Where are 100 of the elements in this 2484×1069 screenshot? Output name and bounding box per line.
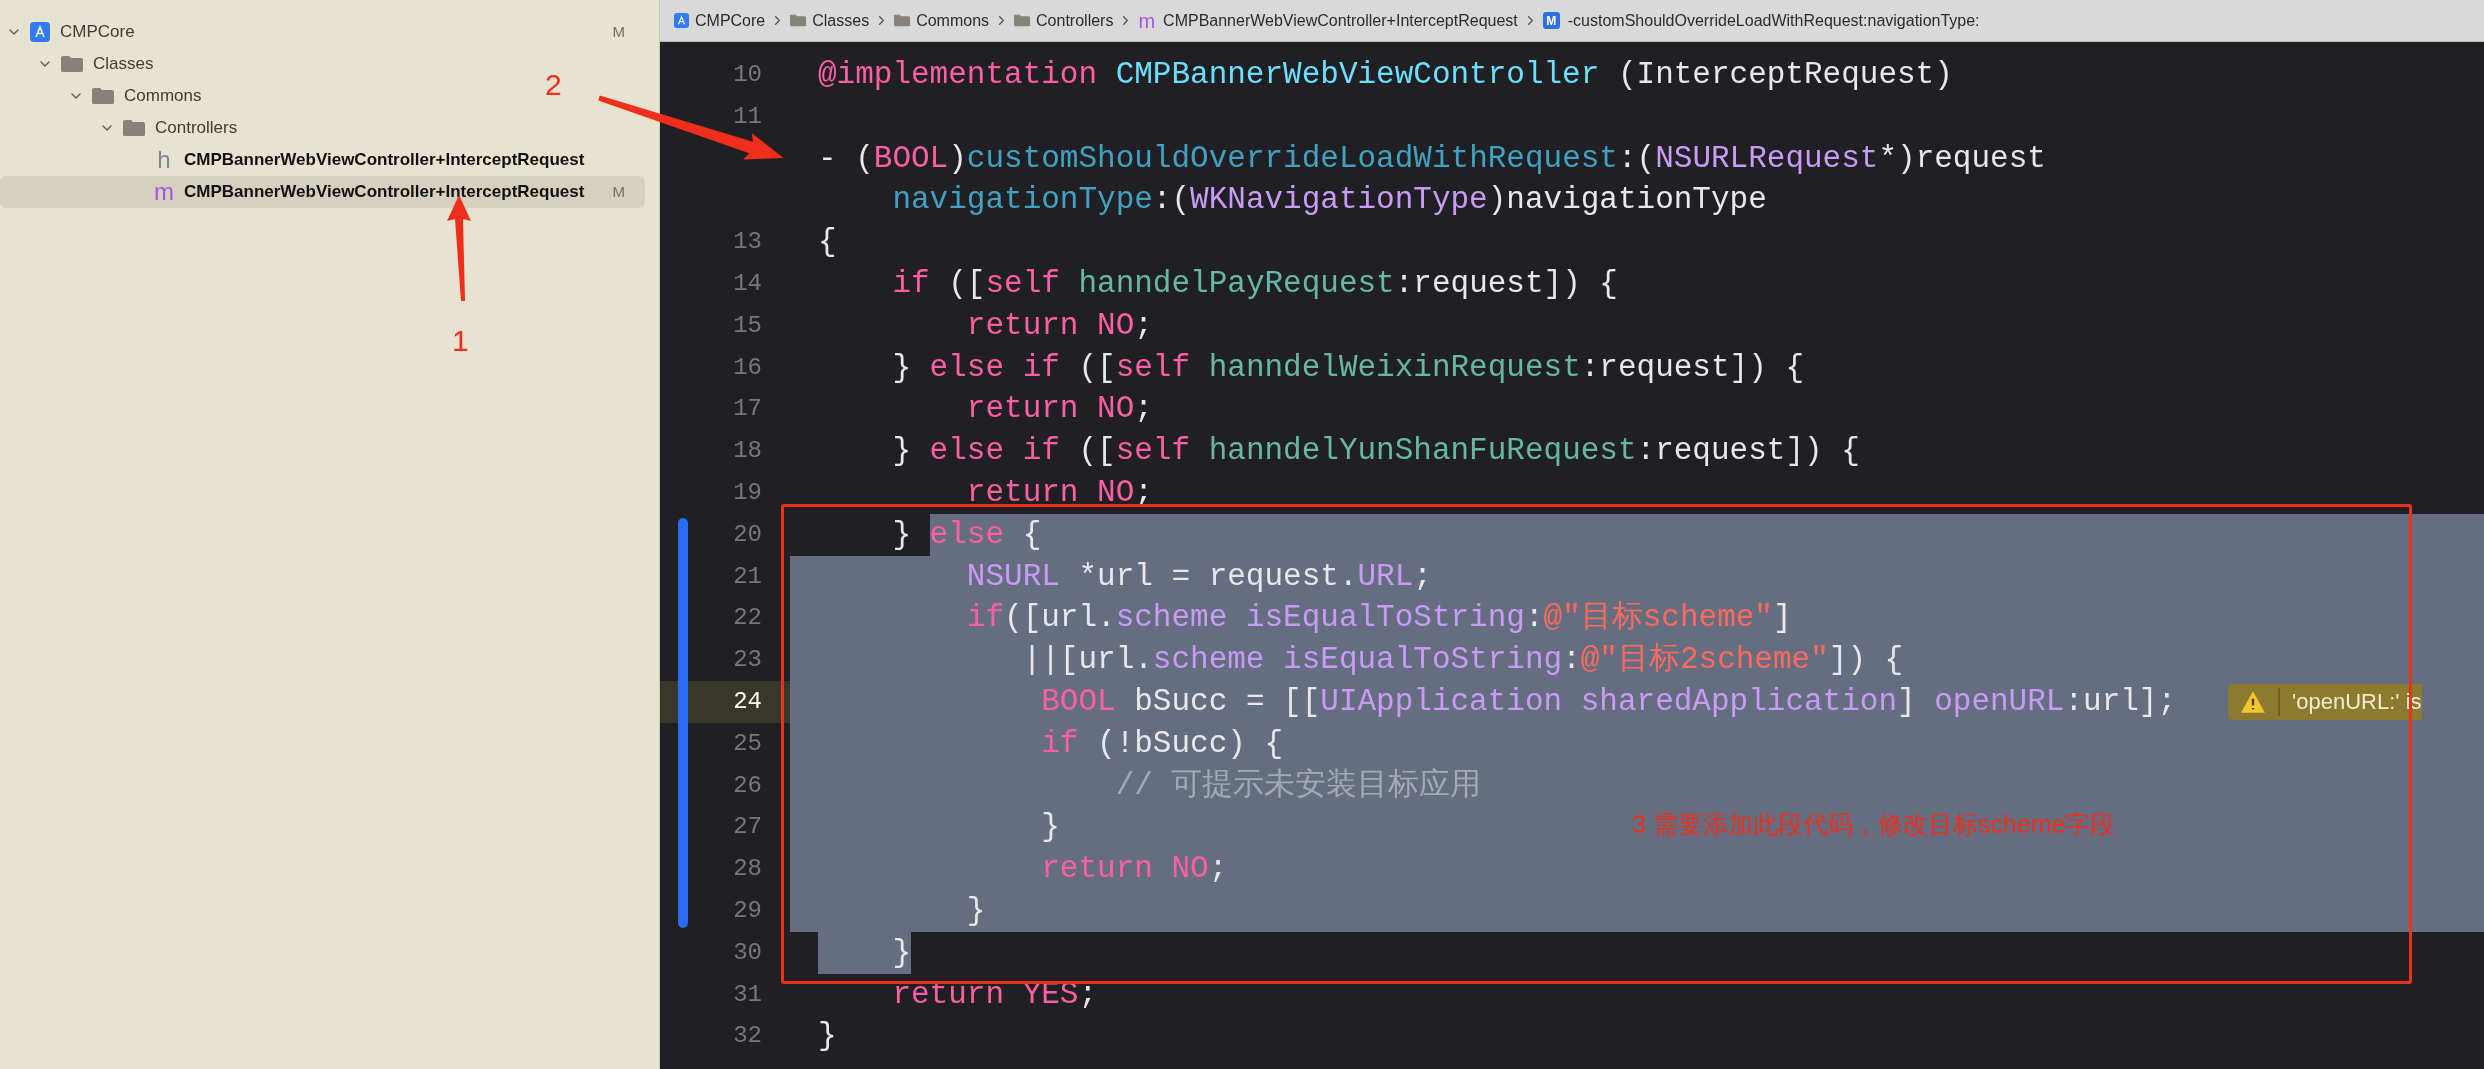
code-token: isEqualToString (1282, 641, 1563, 680)
line-number: 10 (733, 60, 762, 90)
folder-icon (61, 55, 83, 73)
code-token: isEqualToString (1244, 599, 1525, 638)
code-token: @implementation (818, 56, 1098, 94)
line-number: 13 (733, 227, 762, 258)
code-token: @"目标scheme" (1543, 599, 1773, 638)
line-number: 16 (733, 352, 762, 383)
code-token: return (965, 473, 1079, 512)
code-token: sharedApplication (1579, 682, 1897, 721)
annotation-note: 3 需要添加此段代码，修改目标scheme字段 (1632, 809, 2116, 840)
code-token: :( (1152, 181, 1191, 220)
code-token: CMPBannerWebViewController (1114, 56, 1600, 94)
line-number: 22 (733, 603, 762, 634)
code-token: else (929, 515, 1005, 554)
code-token: (InterceptRequest) (1616, 56, 1953, 94)
annotation-label: 2 (545, 67, 562, 103)
code-token: NO (1096, 390, 1135, 429)
line-number: 26 (733, 770, 762, 801)
code-token: self (1115, 432, 1191, 471)
code-token: if (1040, 724, 1079, 763)
method-icon: M (1542, 12, 1560, 29)
code-token: - ( (818, 139, 874, 178)
code-token: BOOL (1040, 682, 1116, 721)
code-token: } (1040, 808, 1060, 847)
code-token: WKNavigationType (1190, 181, 1488, 220)
code-token: } (965, 891, 986, 930)
code-token: : (1524, 599, 1544, 638)
line-number: 15 (733, 310, 762, 341)
code-token: } (891, 515, 911, 554)
code-token: { (818, 223, 837, 262)
folder-icon (92, 87, 114, 105)
status-label: M (612, 181, 625, 202)
code-token: if (965, 599, 1005, 638)
code-token: NO (1096, 473, 1135, 512)
breadcrumb-item[interactable]: Controllers (1036, 8, 1114, 33)
code-token: NO (1170, 850, 1209, 889)
line-number: 18 (733, 436, 762, 467)
code-token: @"目标2scheme" (1580, 641, 1829, 680)
code-token: } (891, 432, 911, 471)
line-number: 32 (733, 1021, 762, 1052)
project-icon (30, 22, 50, 42)
code-token: )navigationType (1487, 181, 1767, 220)
navigator-item-label: Commons (124, 85, 202, 108)
code-token: *)request (1878, 139, 2046, 178)
line-number: 14 (733, 269, 762, 299)
code-token: return (965, 390, 1079, 429)
code-token: ) (948, 139, 967, 178)
code-token: *url = request. (1077, 557, 1358, 596)
breadcrumb-item[interactable]: Commons (916, 8, 990, 33)
navigator-item-label: Classes (93, 53, 154, 76)
folder-icon (123, 119, 145, 137)
breadcrumb-item[interactable]: CMPBannerWebViewController+InterceptRequest (1163, 8, 1518, 33)
code-token: hanndelPayRequest (1077, 265, 1395, 303)
project-icon (674, 13, 689, 28)
code-token: NSURL (965, 557, 1060, 596)
code-token: } (818, 1017, 837, 1056)
line-number: 24 (733, 686, 762, 717)
code-token: ([ (1077, 432, 1116, 471)
code-token: openURL (1933, 682, 2065, 721)
code-token: NO (1096, 306, 1135, 345)
code-token: customShouldOverrideLoadWithRequest (966, 139, 1618, 178)
code-token: hanndelYunShanFuRequest (1207, 432, 1637, 471)
breadcrumb-item[interactable]: -customShouldOverrideLoadWithRequest:navigationType: (1567, 8, 1980, 33)
line-number: 19 (733, 477, 762, 508)
code-token: navigationType (891, 181, 1153, 220)
code-token: self (1115, 348, 1191, 387)
code-token: :request]) { (1636, 432, 1860, 471)
file-type-icon: m (1138, 10, 1156, 31)
folder-icon (894, 14, 911, 27)
breadcrumb-item[interactable]: Classes (812, 8, 870, 33)
navigator-item-label: CMPBannerWebViewController+InterceptRequest (184, 149, 585, 172)
code-token: // 可提示未安装目标应用 (1114, 766, 1482, 805)
code-token: else if (928, 432, 1060, 471)
code-token: ] (1773, 599, 1792, 638)
code-token: ]) { (1828, 641, 1904, 680)
status-label: M (612, 21, 625, 42)
code-token: self (985, 265, 1060, 303)
code-token: ] (1897, 682, 1916, 721)
line-number: 21 (733, 561, 762, 592)
code-token: hanndelWeixinRequest (1207, 348, 1581, 387)
code-token: URL (1357, 557, 1414, 596)
navigator-item-label: CMPBannerWebViewController+InterceptRequest (184, 181, 585, 204)
folder-icon (1014, 14, 1031, 27)
code-token: UIApplication (1320, 682, 1563, 721)
selected-navigator-row[interactable]: m CMPBannerWebViewController+InterceptRequest M (0, 176, 645, 208)
code-token: ([ (1077, 348, 1116, 387)
navigator-item-label: Controllers (155, 117, 238, 140)
line-number: 25 (733, 728, 762, 759)
code-token: if (891, 265, 930, 303)
code-token: return (891, 975, 1005, 1014)
code-token: ; (1208, 850, 1228, 889)
line-number: 20 (733, 519, 762, 550)
file-type-icon: m (154, 180, 174, 204)
breadcrumb-item[interactable]: CMPCore (695, 8, 766, 33)
warning-icon (2240, 689, 2267, 714)
code-token: scheme (1152, 641, 1265, 680)
code-token: ; (1413, 557, 1432, 596)
code-token: (!bSucc) { (1096, 724, 1284, 763)
navigator-item-label: CMPCore (60, 21, 135, 44)
